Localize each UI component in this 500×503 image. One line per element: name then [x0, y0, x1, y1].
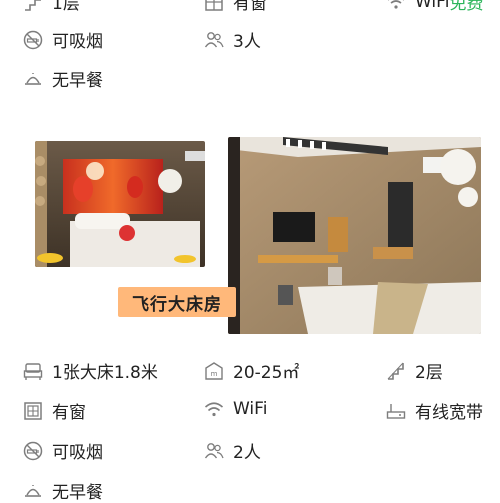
guests-icon: [203, 29, 225, 51]
attr-floor-top: 1层: [22, 0, 80, 14]
attr-breakfast-top: 无早餐: [22, 66, 103, 91]
attr-wifi-top: WiFi 免费: [385, 0, 483, 14]
breakfast-icon: [22, 68, 44, 90]
wifi-icon: [385, 0, 407, 13]
window-icon: [203, 0, 225, 13]
floor-icon: [385, 360, 407, 382]
attr-area: m 20-25㎡: [203, 358, 299, 383]
smoking-icon: [22, 29, 44, 51]
attr-guests: 2人: [203, 438, 261, 463]
svg-text:m: m: [211, 370, 218, 378]
attr-window-top: 有窗: [203, 0, 267, 14]
attr-wifi: WiFi: [203, 398, 267, 420]
bed-icon: [22, 360, 44, 382]
area-icon: m: [203, 360, 225, 382]
attr-breakfast: 无早餐: [22, 478, 103, 503]
wifi-icon: [203, 398, 225, 420]
attr-floor: 2层: [385, 358, 443, 383]
window-icon: [22, 400, 44, 422]
room-photo-small[interactable]: [35, 141, 205, 267]
breakfast-icon: [22, 480, 44, 502]
attr-bed: 1张大床1.8米: [22, 358, 158, 383]
attr-guests-top: 3人: [203, 27, 261, 52]
floor-icon: [22, 0, 44, 13]
room-photo-large[interactable]: [228, 137, 481, 334]
attr-window: 有窗: [22, 398, 86, 423]
attr-broadband: 有线宽带: [385, 398, 483, 423]
attr-smoking: 可吸烟: [22, 438, 103, 463]
broadband-icon: [385, 400, 407, 422]
attr-smoking-top: 可吸烟: [22, 27, 103, 52]
guests-icon: [203, 440, 225, 462]
room-name-badge: 飞行大床房: [118, 287, 236, 317]
smoking-icon: [22, 440, 44, 462]
